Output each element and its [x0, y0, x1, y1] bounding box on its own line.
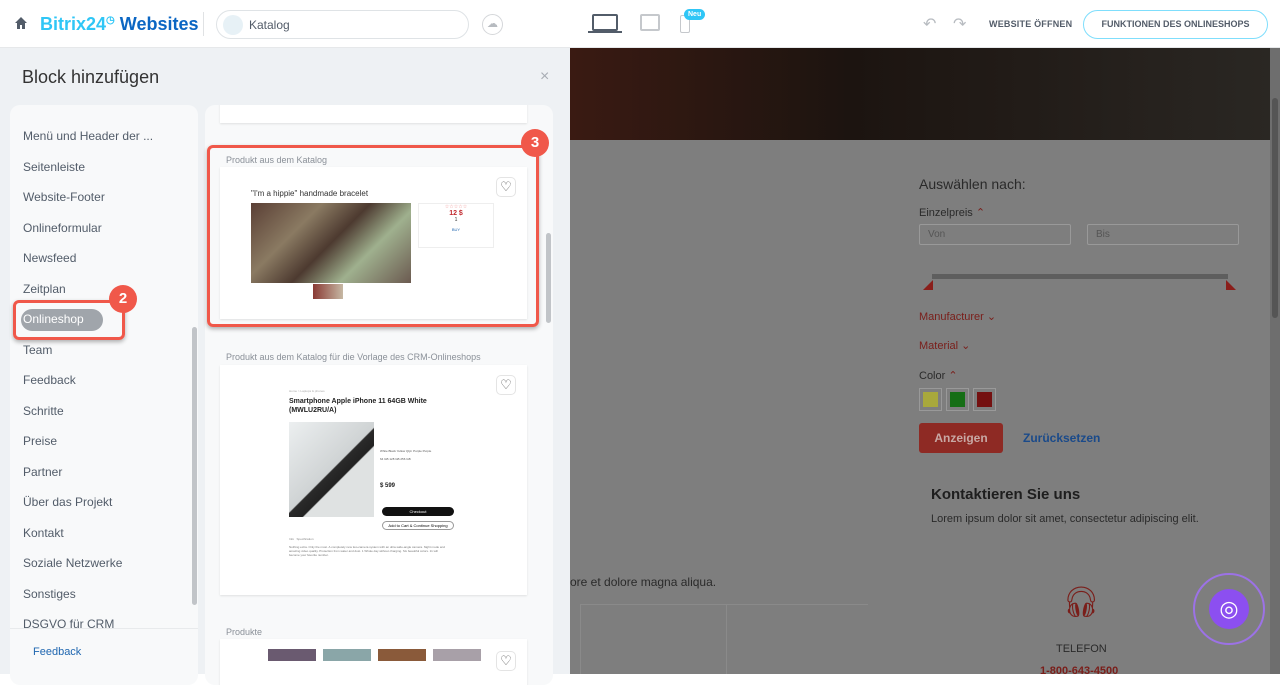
breadcrumb: Home > Laptops & phones — [289, 389, 325, 393]
color-swatch-green[interactable] — [946, 388, 969, 411]
shop-functions-button[interactable]: FUNKTIONEN DES ONLINESHOPS — [1083, 10, 1268, 39]
filter-title: Auswählen nach: — [919, 176, 1026, 192]
feedback-link[interactable]: Feedback — [33, 646, 81, 658]
phone-number[interactable]: 1-800-643-4500 — [1040, 665, 1118, 674]
desktop-base — [588, 31, 622, 33]
sidebar-category[interactable]: Newsfeed — [23, 251, 76, 265]
sidebar-category[interactable]: Seitenleiste — [23, 160, 85, 174]
block-list-scrollbar[interactable] — [546, 233, 551, 323]
tablet-view-icon[interactable] — [640, 14, 660, 31]
checkout-button[interactable]: Checkout — [382, 507, 454, 516]
show-button[interactable]: Anzeigen — [919, 423, 1003, 453]
color-swatch-red[interactable] — [973, 388, 996, 411]
price-slider-track[interactable] — [932, 274, 1228, 279]
sidebar-category[interactable]: Website-Footer — [23, 190, 105, 204]
partner-logos — [580, 604, 868, 674]
step-marker-2: 2 — [109, 285, 137, 313]
open-website-button[interactable]: WEBSITE ÖFFNEN — [989, 19, 1072, 29]
block-highlight — [207, 145, 539, 327]
sidebar-category[interactable]: Zeitplan — [23, 282, 66, 296]
favorite-heart-icon[interactable]: ♡ — [496, 375, 516, 395]
product-image — [289, 422, 374, 517]
sidebar-category[interactable]: Onlineformular — [23, 221, 102, 235]
step-marker-3: 3 — [521, 129, 549, 157]
slider-max-handle[interactable] — [1226, 280, 1236, 290]
block-card-previous[interactable] — [220, 105, 527, 123]
contact-title: Kontaktieren Sie uns — [931, 486, 1081, 503]
sidebar-category[interactable]: Kontakt — [23, 526, 64, 540]
category-highlight — [13, 300, 125, 340]
desktop-view-icon[interactable] — [592, 14, 618, 31]
block-card-products[interactable]: ♡ — [220, 639, 527, 685]
sidebar-scrollbar[interactable] — [192, 327, 197, 605]
color-swatch-yellow[interactable] — [919, 388, 942, 411]
material-filter[interactable]: Material ⌄ — [919, 339, 970, 352]
sidebar-category[interactable]: Partner — [23, 465, 62, 479]
slider-min-handle[interactable] — [923, 280, 933, 290]
site-selector[interactable]: Katalog — [216, 10, 469, 39]
logo[interactable]: Bitrix24◷ Websites — [40, 14, 199, 35]
product-description: Nothing extra. Only the most. A complete… — [289, 545, 445, 557]
color-filter-label[interactable]: Color ⌃ — [919, 369, 958, 382]
undo-icon[interactable]: ↶ — [923, 14, 936, 34]
sidebar-category[interactable]: Über das Projekt — [23, 495, 112, 509]
hero-image — [570, 48, 1270, 140]
assistant-button[interactable]: ◎ — [1193, 573, 1265, 645]
preview-scrollbar[interactable] — [1270, 48, 1280, 674]
price-from-input[interactable]: Von — [919, 224, 1071, 245]
price-filter-label[interactable]: Einzelpreis ⌃ — [919, 206, 985, 219]
close-icon[interactable]: × — [540, 68, 549, 86]
sidebar-category[interactable]: Preise — [23, 434, 57, 448]
body-text: ore et dolore magna aliqua. — [570, 575, 717, 589]
favorite-heart-icon[interactable]: ♡ — [496, 651, 516, 671]
sidebar-category[interactable]: Sonstiges — [23, 587, 76, 601]
copilot-icon: ◎ — [1209, 589, 1249, 629]
sidebar-category[interactable]: Schritte — [23, 404, 64, 418]
add-to-cart-button[interactable]: Add to Cart & Continue Shopping — [382, 521, 454, 530]
sidebar-category[interactable]: Soziale Netzwerke — [23, 556, 122, 570]
block-label: Produkte — [226, 627, 263, 637]
block-label: Produkt aus dem Katalog für die Vorlage … — [226, 352, 481, 362]
product-price: $ 599 — [380, 483, 396, 489]
reset-link[interactable]: Zurücksetzen — [1023, 431, 1100, 445]
price-to-input[interactable]: Bis — [1087, 224, 1239, 245]
sidebar-category[interactable]: Feedback — [23, 373, 76, 387]
new-badge: Neu — [684, 9, 706, 20]
contact-text: Lorem ipsum dolor sit amet, consectetur … — [931, 513, 1199, 525]
panel-title: Block hinzufügen — [22, 67, 160, 87]
manufacturer-filter[interactable]: Manufacturer ⌄ — [919, 310, 996, 323]
option-chips: White Black Yellow Qlýn Purple Purple 64 … — [380, 449, 432, 461]
product-title: Smartphone Apple iPhone 11 64GB White (M… — [289, 398, 427, 414]
block-card-crm-product[interactable]: Home > Laptops & phones Smartphone Apple… — [220, 365, 527, 595]
phone-label: TELEFON — [1056, 643, 1107, 655]
divider — [203, 12, 204, 36]
cloud-icon[interactable]: ☁ — [482, 14, 503, 35]
top-bar: Bitrix24◷ Websites Katalog ☁ Neu ↶ ↷ WEB… — [0, 0, 1280, 48]
home-icon[interactable] — [14, 16, 28, 30]
sidebar-category[interactable]: Menü und Header der ... — [23, 129, 153, 143]
redo-icon[interactable]: ↷ — [953, 14, 966, 34]
headset-icon: 🎧︎ — [1062, 586, 1101, 619]
sidebar-category[interactable]: Team — [23, 343, 52, 357]
website-preview: Auswählen nach: Einzelpreis ⌃ Von Bis 49… — [570, 48, 1270, 674]
info-tabs[interactable]: Info Specification — [289, 537, 314, 541]
image-icon — [223, 15, 243, 35]
